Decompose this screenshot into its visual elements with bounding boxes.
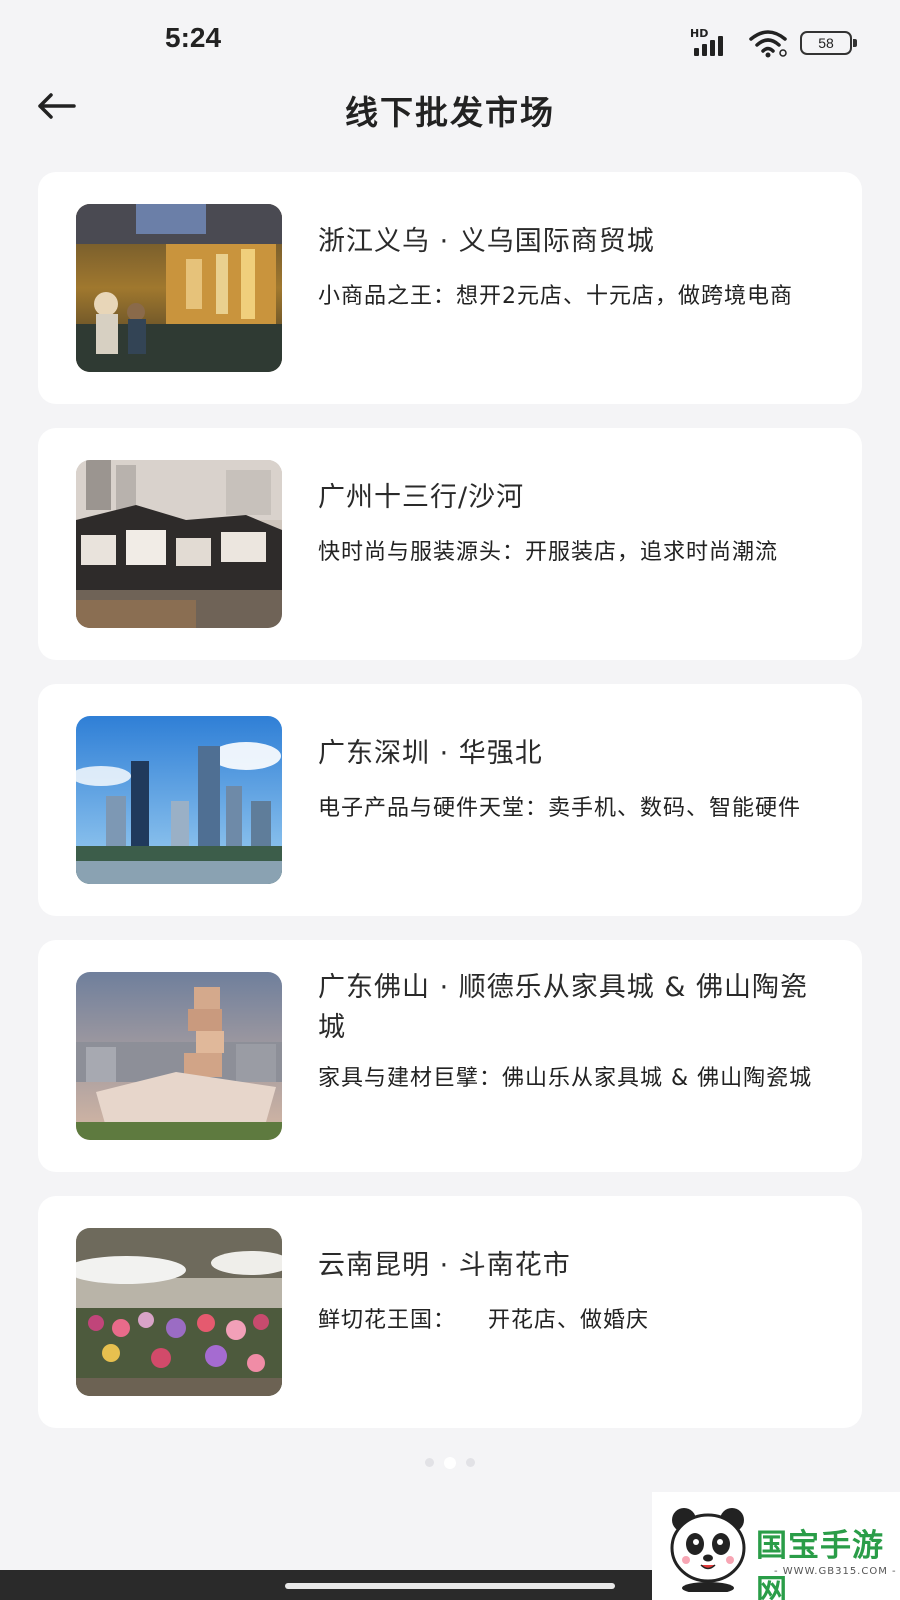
market-text: 浙江义乌 · 义乌国际商贸城 小商品之王：想开2元店、十元店，做跨境电商 <box>318 222 828 314</box>
market-description: 鲜切花王国： 开花店、做婚庆 <box>318 1308 649 1333</box>
market-text: 云南昆明 · 斗南花市 鲜切花王国： 开花店、做婚庆 <box>318 1246 828 1338</box>
market-thumbnail <box>76 1228 282 1396</box>
market-description: 家具与建材巨擘：佛山乐从家具城 & 佛山陶瓷城 <box>318 1066 813 1091</box>
market-thumbnail <box>76 460 282 628</box>
cellular-signal-icon: HD <box>690 28 736 58</box>
market-card-guangzhou[interactable]: 广州十三行/沙河 快时尚与服装源头：开服装店，追求时尚潮流 <box>38 428 862 660</box>
wifi-icon <box>749 30 787 58</box>
market-thumbnail <box>76 972 282 1140</box>
market-name: 广东佛山 · 顺德乐从家具城 & 佛山陶瓷城 <box>318 972 808 1043</box>
market-name: 广州十三行/沙河 <box>318 482 525 513</box>
status-time: 5:24 <box>165 22 222 53</box>
market-description: 小商品之王：想开2元店、十元店，做跨境电商 <box>318 284 793 309</box>
home-indicator-bar[interactable] <box>285 1583 615 1589</box>
market-text: 广东深圳 · 华强北 电子产品与硬件天堂：卖手机、数码、智能硬件 <box>318 734 828 826</box>
panda-logo-icon <box>670 1508 746 1592</box>
battery-level: 58 <box>818 35 834 51</box>
market-thumbnail <box>76 204 282 372</box>
market-text: 广州十三行/沙河 快时尚与服装源头：开服装店，追求时尚潮流 <box>318 478 828 570</box>
page-indicator <box>0 1457 900 1469</box>
market-name: 广东深圳 · 华强北 <box>318 738 543 769</box>
market-thumbnail <box>76 716 282 884</box>
market-card-shenzhen[interactable]: 广东深圳 · 华强北 电子产品与硬件天堂：卖手机、数码、智能硬件 <box>38 684 862 916</box>
watermark-url: - WWW.GB315.COM - <box>774 1566 897 1577</box>
page-dot <box>466 1458 475 1467</box>
watermark: 国宝手游网 - WWW.GB315.COM - <box>652 1492 900 1600</box>
market-description: 电子产品与硬件天堂：卖手机、数码、智能硬件 <box>318 796 802 821</box>
status-icons: HD 58 <box>690 26 857 60</box>
market-description: 快时尚与服装源头：开服装店，追求时尚潮流 <box>318 540 779 565</box>
market-card-yiwu[interactable]: 浙江义乌 · 义乌国际商贸城 小商品之王：想开2元店、十元店，做跨境电商 <box>38 172 862 404</box>
market-name: 浙江义乌 · 义乌国际商贸城 <box>318 226 655 257</box>
watermark-brand: 国宝手游网 <box>756 1528 884 1600</box>
market-text: 广东佛山 · 顺德乐从家具城 & 佛山陶瓷城 家具与建材巨擘：佛山乐从家具城 &… <box>318 968 828 1096</box>
market-list: 浙江义乌 · 义乌国际商贸城 小商品之王：想开2元店、十元店，做跨境电商 广州十… <box>38 172 862 1452</box>
page-dot <box>425 1458 434 1467</box>
market-name: 云南昆明 · 斗南花市 <box>318 1250 571 1281</box>
page-title: 线下批发市场 <box>345 93 555 132</box>
page-dot-active <box>444 1457 456 1469</box>
market-card-foshan[interactable]: 广东佛山 · 顺德乐从家具城 & 佛山陶瓷城 家具与建材巨擘：佛山乐从家具城 &… <box>38 940 862 1172</box>
status-bar: 5:24 HD 58 <box>0 0 900 80</box>
market-card-kunming[interactable]: 云南昆明 · 斗南花市 鲜切花王国： 开花店、做婚庆 <box>38 1196 862 1428</box>
battery-icon: 58 <box>800 31 857 55</box>
